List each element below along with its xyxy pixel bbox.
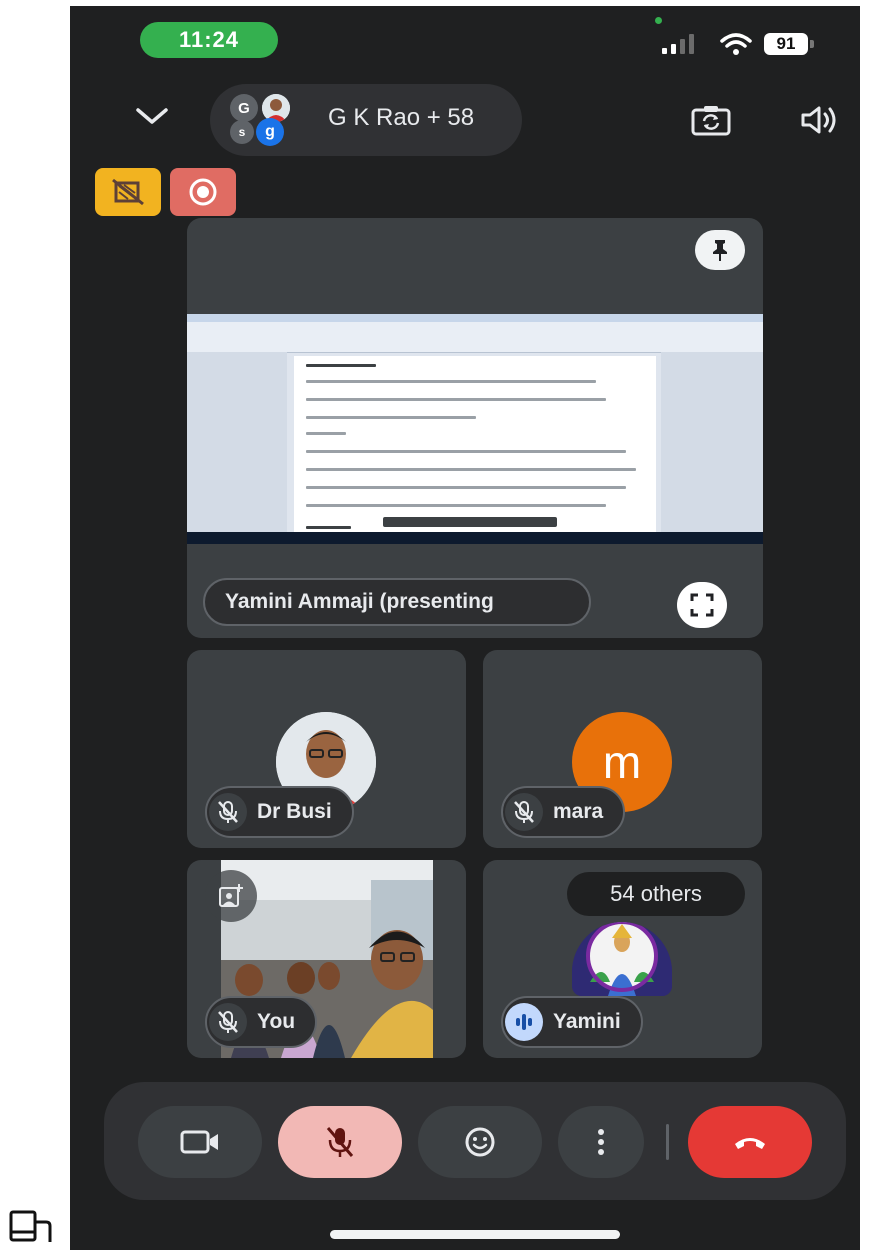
wifi-icon	[720, 33, 752, 55]
participant-tile-mara[interactable]: m mara	[483, 650, 762, 848]
camera-switch-icon[interactable]	[690, 104, 732, 136]
avatar-yamini	[572, 922, 672, 996]
no-video-icon	[112, 178, 144, 206]
sharing-banner	[383, 517, 557, 527]
doc-left-pane	[187, 352, 287, 532]
participant-name: Yamini	[553, 1010, 621, 1033]
mic-off-icon	[326, 1127, 354, 1157]
participant-name: mara	[553, 800, 604, 823]
speaker-icon[interactable]	[800, 104, 840, 136]
fullscreen-button[interactable]	[677, 582, 727, 628]
mic-off-icon	[209, 793, 247, 831]
mic-button[interactable]	[278, 1106, 402, 1178]
windows-taskbar	[187, 532, 763, 544]
participant-tile-dr-busi[interactable]: Dr Busi	[187, 650, 466, 848]
document-page	[294, 356, 656, 532]
emoji-icon	[465, 1127, 495, 1157]
avatar-g2: g	[256, 118, 284, 146]
mic-off-icon	[209, 1003, 247, 1041]
others-count: 54 others	[567, 872, 745, 916]
audio-active-icon	[505, 1003, 543, 1041]
avatar-g: G	[230, 94, 258, 122]
participant-tile-you[interactable]: You	[187, 860, 466, 1058]
more-vert-icon	[598, 1129, 604, 1155]
video-camera-icon	[180, 1130, 218, 1154]
shared-screen	[187, 314, 763, 544]
camera-button[interactable]	[138, 1106, 262, 1178]
participant-name: Dr Busi	[257, 800, 332, 823]
recording-indicator	[170, 168, 236, 216]
name-pill-dr-busi: Dr Busi	[205, 786, 354, 838]
participant-name: You	[257, 1010, 296, 1033]
tablet-icon	[9, 1210, 52, 1242]
fullscreen-icon	[690, 593, 714, 617]
battery-nub	[810, 40, 814, 48]
record-icon	[189, 178, 217, 206]
pin-icon	[713, 240, 727, 261]
cellular-signal-icon	[662, 34, 694, 54]
no-video-indicator	[95, 168, 161, 216]
presenter-name-pill: Yamini Ammaji (presenting	[203, 578, 591, 626]
controls-divider	[666, 1124, 669, 1160]
emoji-button[interactable]	[418, 1106, 542, 1178]
battery-indicator: 91	[764, 33, 816, 55]
end-call-button[interactable]	[688, 1106, 812, 1178]
more-options-button[interactable]	[558, 1106, 644, 1178]
name-pill-yamini: Yamini	[501, 996, 643, 1048]
name-pill-mara: mara	[501, 786, 626, 838]
pin-button[interactable]	[695, 230, 745, 270]
add-photo-button[interactable]	[205, 870, 257, 922]
status-time: 11:24	[140, 22, 278, 58]
participant-tile-others[interactable]: 54 others Yamini	[483, 860, 762, 1058]
meet-screen: 11:24 91 G s g G K Rao + 58 Yamini Ammaj…	[70, 6, 860, 1250]
mic-off-icon	[505, 793, 543, 831]
privacy-indicator-dot	[655, 17, 662, 24]
name-pill-you: You	[205, 996, 318, 1048]
word-titlebar	[187, 314, 763, 322]
battery-level: 91	[764, 33, 808, 55]
chevron-down-icon[interactable]	[134, 102, 170, 130]
avatar-s: s	[230, 120, 254, 144]
add-photo-icon	[219, 884, 243, 907]
presenter-name: Yamini Ammaji (presenting	[225, 590, 494, 613]
end-call-icon	[735, 1138, 765, 1149]
home-indicator[interactable]	[330, 1230, 620, 1239]
call-title[interactable]: G K Rao + 58	[328, 104, 474, 132]
doc-right-pane	[661, 352, 763, 532]
presentation-tile[interactable]: Yamini Ammaji (presenting	[187, 218, 763, 638]
